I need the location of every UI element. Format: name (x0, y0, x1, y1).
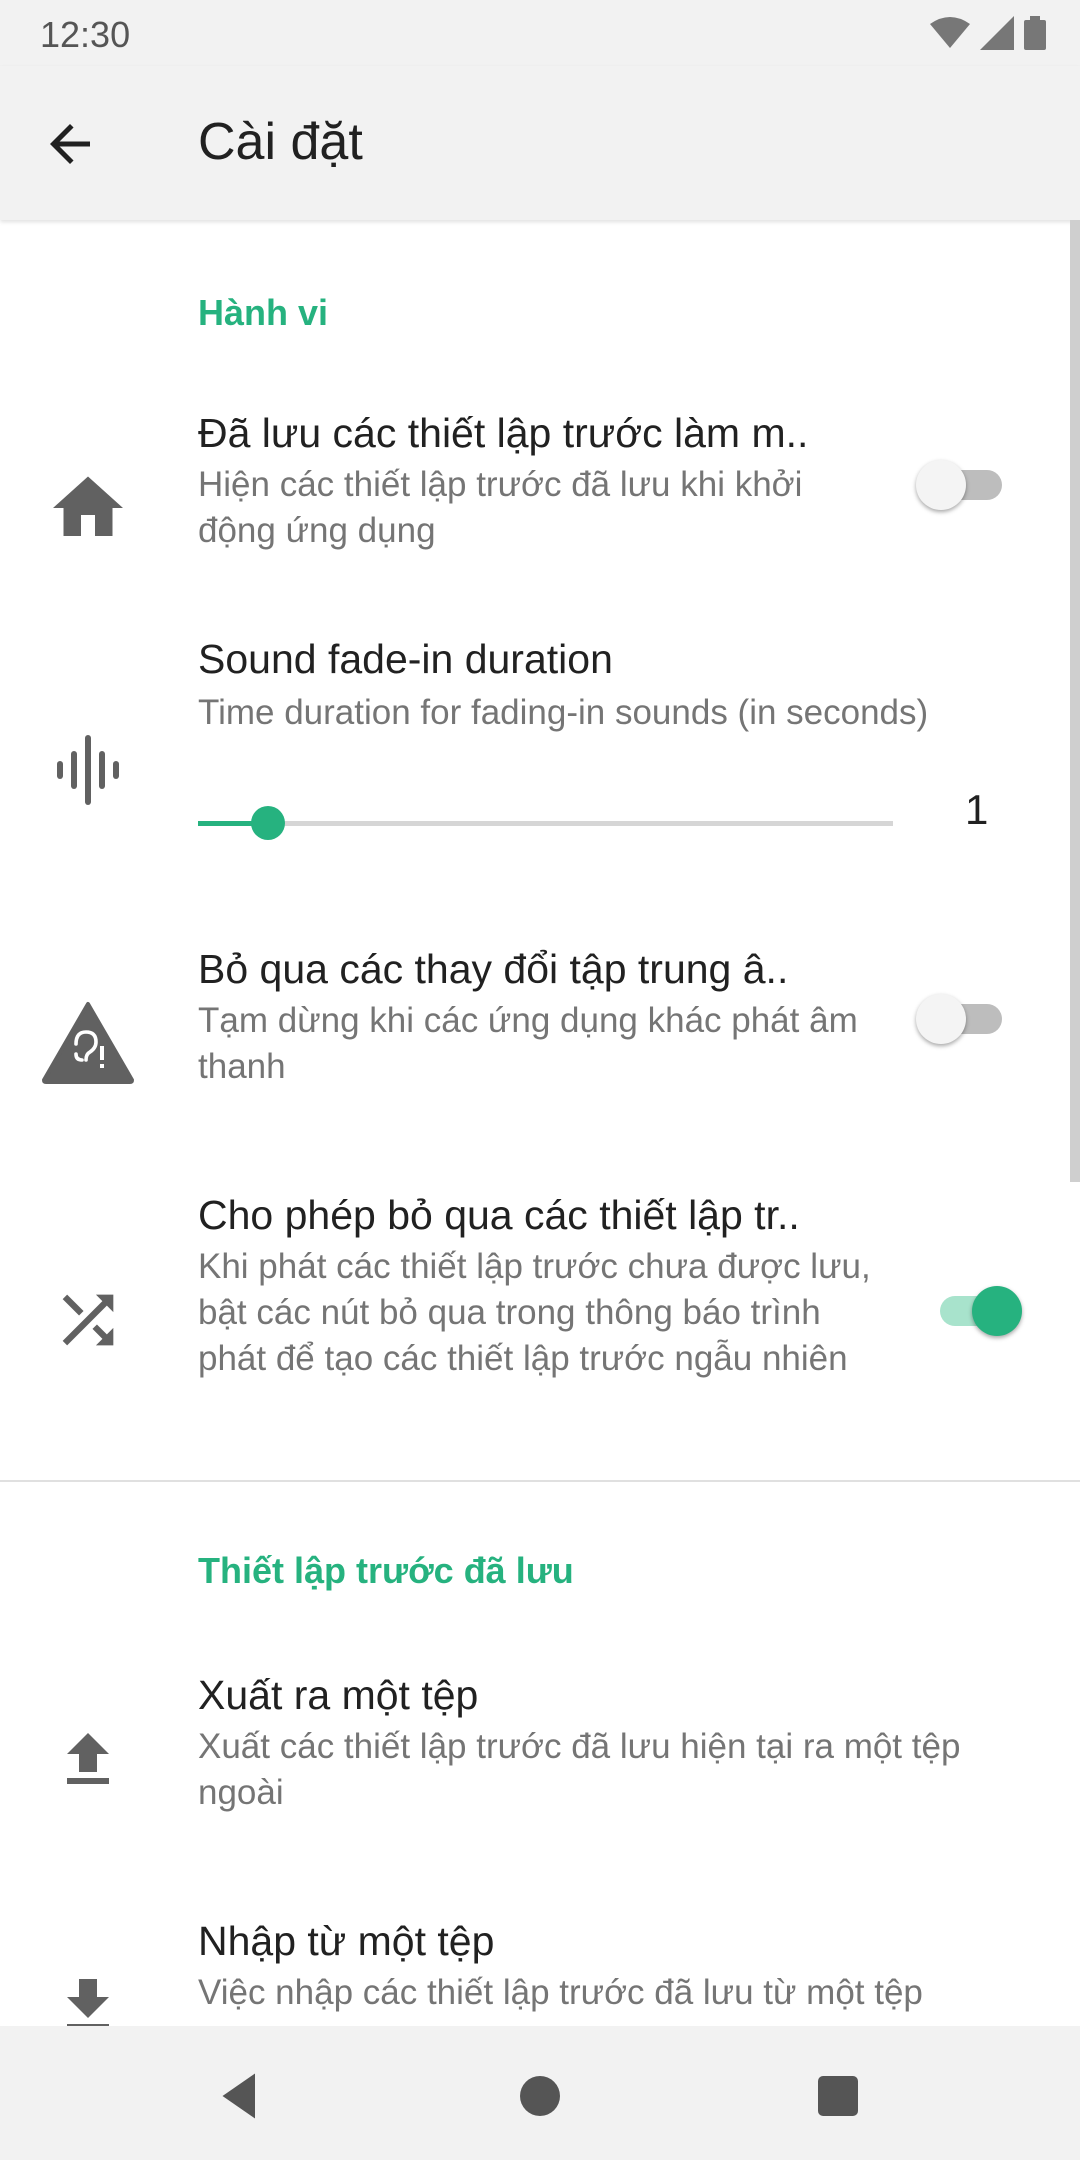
app-bar: Cài đặt (0, 66, 1080, 220)
ear-warning-icon (40, 994, 136, 1090)
back-button[interactable] (40, 114, 110, 174)
setting-title: Sound fade-in duration (198, 636, 613, 682)
waveform-icon (40, 722, 136, 818)
switch-thumb (972, 1286, 1022, 1336)
saved-presets-home-switch[interactable] (916, 454, 1006, 514)
square-recents-icon (818, 2076, 858, 2116)
setting-import-file[interactable]: Nhập từ một tệp Việc nhập các thiết lập … (0, 1918, 1080, 2026)
settings-list[interactable]: Hành vi Đã lưu các thiết lập trước làm m… (0, 220, 1080, 2026)
setting-summary: Tạm dừng khi các ứng dụng khác phát âm t… (198, 1001, 858, 1086)
battery-icon (1024, 16, 1046, 50)
setting-title: Đã lưu các thiết lập trước làm m.. (198, 410, 809, 456)
allow-skip-presets-switch[interactable] (930, 1280, 1022, 1340)
home-icon (40, 460, 136, 556)
arrow-left-icon (50, 124, 90, 164)
navigation-bar (0, 2026, 1080, 2160)
setting-title: Bỏ qua các thay đổi tập trung â.. (198, 946, 789, 992)
setting-title: Cho phép bỏ qua các thiết lập tr.. (198, 1192, 800, 1238)
nav-home-button[interactable] (510, 2066, 570, 2126)
nav-back-button[interactable] (210, 2066, 270, 2126)
setting-title: Nhập từ một tệp (198, 1918, 495, 1964)
triangle-back-icon (222, 2073, 255, 2119)
signal-icon (980, 16, 1014, 50)
status-bar: 12:30 (0, 0, 1080, 66)
download-icon (40, 1958, 136, 2026)
switch-thumb (916, 994, 966, 1044)
setting-summary: Time duration for fading-in sounds (in s… (198, 693, 929, 732)
setting-export-file[interactable]: Xuất ra một tệp Xuất các thiết lập trước… (0, 1672, 1080, 1882)
setting-summary: Khi phát các thiết lập trước chưa được l… (198, 1247, 871, 1378)
slider-thumb[interactable] (250, 806, 285, 840)
switch-thumb (916, 460, 966, 510)
wifi-icon (930, 17, 970, 48)
status-icons (930, 16, 1046, 50)
section-divider (0, 1480, 1080, 1482)
ignore-audio-focus-switch[interactable] (916, 988, 1006, 1048)
setting-ignore-audio-focus[interactable]: Bỏ qua các thay đổi tập trung â.. Tạm dừ… (0, 946, 1080, 1166)
nav-recents-button[interactable] (808, 2066, 868, 2126)
page-title: Cài đặt (198, 113, 363, 171)
setting-saved-presets-home[interactable]: Đã lưu các thiết lập trước làm m.. Hiện … (0, 410, 1080, 630)
slider-value: 1 (965, 786, 989, 833)
shuffle-icon (40, 1272, 136, 1368)
setting-allow-skip-presets[interactable]: Cho phép bỏ qua các thiết lập tr.. Khi p… (0, 1192, 1080, 1462)
setting-summary: Xuất các thiết lập trước đã lưu hiện tại… (198, 1727, 961, 1812)
setting-summary: Việc nhập các thiết lập trước đã lưu từ … (198, 1973, 923, 2012)
status-time: 12:30 (40, 14, 131, 55)
section-title-saved-presets: Thiết lập trước đã lưu (198, 1550, 574, 1591)
section-title-behavior: Hành vi (198, 292, 329, 333)
fade-in-slider[interactable] (198, 798, 893, 848)
circle-home-icon (520, 2076, 560, 2116)
setting-fade-in-duration[interactable]: Sound fade-in duration Time duration for… (0, 634, 1080, 904)
slider-rail (198, 821, 893, 826)
setting-title: Xuất ra một tệp (198, 1672, 479, 1718)
upload-icon (40, 1712, 136, 1808)
setting-summary: Hiện các thiết lập trước đã lưu khi khởi… (198, 465, 803, 550)
